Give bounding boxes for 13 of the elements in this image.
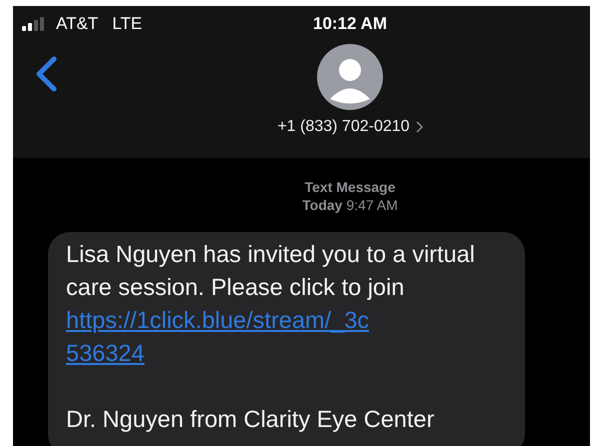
message-time: 9:47 AM	[346, 197, 398, 213]
service-label: Text Message	[304, 178, 396, 196]
message-text: Lisa Nguyen has invited you to a virtual care session. Please click to join https://1click.blue/stream/_3c536324	[66, 238, 509, 370]
message-signature: Dr. Nguyen from Clarity Eye Center	[66, 405, 436, 434]
network-type: LTE	[112, 14, 142, 34]
status-time: 10:12 AM	[312, 14, 387, 34]
carrier-name: AT&T	[56, 14, 98, 34]
avatar-icon[interactable]	[317, 44, 383, 110]
message-day: Today	[302, 197, 342, 213]
chevron-icon	[416, 121, 423, 133]
message-link[interactable]: https://1click.blue/stream/_3c536324	[66, 304, 371, 370]
contact-phone[interactable]: +1 (833) 702-0210	[277, 118, 410, 136]
back-icon[interactable]	[34, 56, 58, 92]
